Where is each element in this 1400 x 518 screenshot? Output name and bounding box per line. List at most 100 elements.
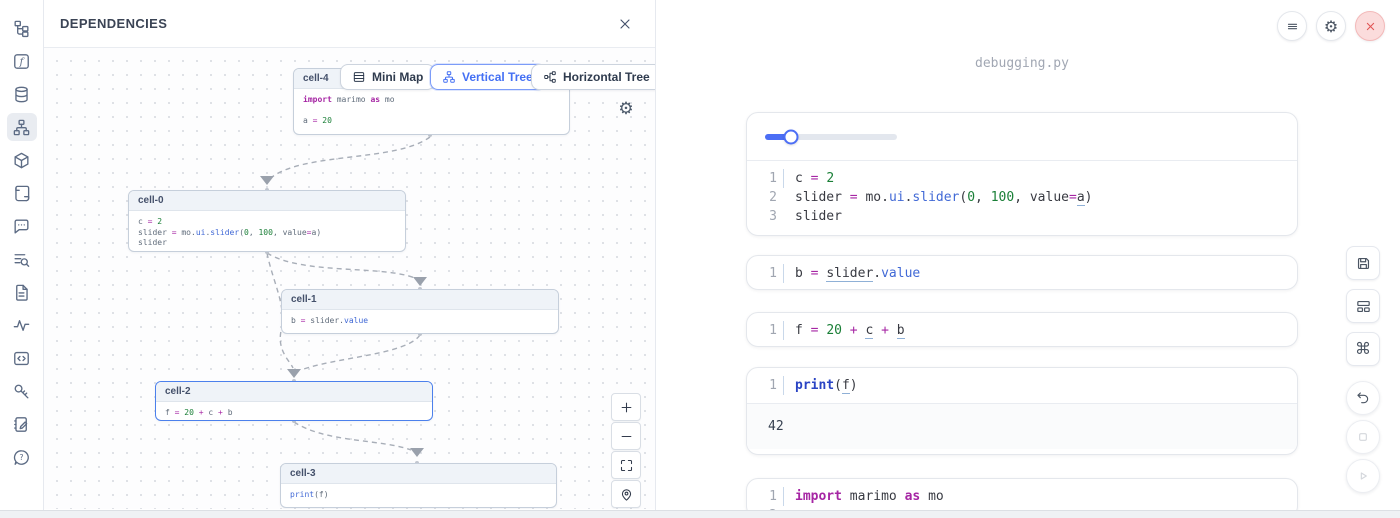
shutdown-x-icon (1363, 19, 1378, 34)
marimo-app: f (0, 0, 1400, 518)
command-icon: ⌘ (1355, 341, 1371, 357)
sidebar-item-chat[interactable] (7, 212, 37, 240)
run-button[interactable] (1346, 459, 1380, 493)
sidebar-item-packages[interactable] (7, 146, 37, 174)
notebook-cell-slider[interactable]: 1c = 22slider = mo.ui.slider(0, 100, val… (746, 112, 1298, 236)
graph-node-title: cell-0 (129, 191, 405, 211)
graph-node-title: cell-2 (156, 382, 432, 402)
svg-text:?: ? (19, 453, 23, 462)
notebook-area: debugging.py ⚙ 1c = 22slider = mo.ui.sli… (657, 0, 1400, 518)
center-selection-button[interactable] (611, 480, 641, 508)
graph-node-code: print(f) (281, 484, 556, 507)
minimap-view-button[interactable]: Mini Map (340, 64, 435, 90)
database-icon (12, 85, 31, 104)
horizontal-tree-view-button[interactable]: Horizontal Tree (531, 64, 655, 90)
close-panel-button[interactable] (611, 10, 639, 38)
graph-node-title: cell-3 (281, 464, 556, 484)
zoom-in-icon (619, 400, 634, 415)
sidebar-item-documentation[interactable] (7, 278, 37, 306)
run-icon (1355, 468, 1371, 484)
dependency-graph-canvas[interactable]: cell-4 import marimo as moa = 20 cell-0 … (44, 48, 655, 509)
layout-button[interactable] (1346, 289, 1380, 323)
sidebar-item-logs[interactable] (7, 179, 37, 207)
dependencies-panel: DEPENDENCIES (44, 0, 656, 510)
notebook-filename: debugging.py (746, 56, 1298, 71)
left-icon-rail: f (0, 0, 44, 518)
gear-icon: ⚙ (1324, 17, 1338, 36)
save-icon (1355, 255, 1372, 272)
code-editor[interactable]: 1c = 22slider = mo.ui.slider(0, 100, val… (747, 161, 1297, 234)
menu-icon (1285, 19, 1300, 34)
sidebar-item-secrets[interactable] (7, 377, 37, 405)
cell-output-area (747, 113, 1297, 161)
graph-settings-button[interactable]: ⚙ (615, 98, 637, 120)
vertical-tree-icon (442, 70, 456, 84)
svg-text:f: f (19, 56, 26, 67)
graph-node-code: f = 20 + c + b (156, 402, 432, 421)
chat-icon (12, 217, 31, 236)
activity-icon (12, 316, 31, 335)
shutdown-button[interactable] (1355, 11, 1385, 41)
dependencies-header: DEPENDENCIES (44, 0, 655, 48)
search-logs-icon (12, 250, 31, 269)
save-button[interactable] (1346, 246, 1380, 280)
zoom-out-button[interactable] (611, 422, 641, 450)
slider-widget[interactable] (765, 129, 897, 144)
sidebar-item-dependencies[interactable] (7, 113, 37, 141)
notebook-cell-b[interactable]: 1b = slider.value (746, 255, 1298, 290)
scratchpad-icon (12, 415, 31, 434)
file-tree-icon (12, 19, 31, 38)
sidebar-item-snippets[interactable] (7, 344, 37, 372)
code-editor[interactable]: 1b = slider.value (747, 256, 1297, 290)
horizontal-tree-label: Horizontal Tree (563, 70, 650, 84)
close-icon (617, 16, 633, 32)
graph-node-cell-1[interactable]: cell-1 b = slider.value (281, 289, 559, 334)
fit-view-button[interactable] (611, 451, 641, 479)
zoom-in-button[interactable] (611, 393, 641, 421)
function-icon: f (12, 52, 31, 71)
sidebar-item-variables[interactable] (7, 311, 37, 339)
notebook-cell-print[interactable]: 1print(f) 42 (746, 367, 1298, 455)
gear-icon: ⚙ (618, 99, 633, 119)
scroll-icon (12, 184, 31, 203)
stop-button[interactable] (1346, 420, 1380, 454)
cell-output-text: 42 (747, 403, 1297, 449)
graph-node-code: c = 2slider = mo.ui.slider(0, 100, value… (129, 211, 405, 252)
sidebar-item-datasources[interactable] (7, 80, 37, 108)
minimap-icon (352, 70, 366, 84)
graph-zoom-controls (611, 393, 641, 508)
zoom-out-icon (619, 429, 634, 444)
notebook-menu-button[interactable] (1277, 11, 1307, 41)
layout-icon (1355, 298, 1372, 315)
stop-icon (1355, 429, 1371, 445)
keyboard-shortcuts-button[interactable]: ⌘ (1346, 332, 1380, 366)
undo-icon (1355, 390, 1371, 406)
help-icon: ? (12, 448, 31, 467)
sidebar-item-scratchpad[interactable] (7, 410, 37, 438)
dependency-graph-icon (12, 118, 31, 137)
panel-title: DEPENDENCIES (60, 16, 167, 31)
vertical-tree-view-button[interactable]: Vertical Tree (430, 64, 545, 90)
fit-view-icon (619, 458, 634, 473)
code-editor[interactable]: 1print(f) (747, 368, 1297, 403)
graph-node-cell-3[interactable]: cell-3 print(f) (280, 463, 557, 508)
sidebar-item-file-explorer[interactable] (7, 14, 37, 42)
code-editor[interactable]: 1f = 20 + c + b (747, 313, 1297, 347)
location-pin-icon (619, 487, 634, 502)
document-icon (12, 283, 31, 302)
slider-handle[interactable] (784, 129, 799, 144)
undo-button[interactable] (1346, 381, 1380, 415)
package-icon (12, 151, 31, 170)
vertical-tree-label: Vertical Tree (462, 70, 533, 84)
graph-node-title: cell-1 (282, 290, 558, 310)
minimap-label: Mini Map (372, 70, 423, 84)
graph-node-cell-2[interactable]: cell-2 f = 20 + c + b (155, 381, 433, 421)
code-box-icon (12, 349, 31, 368)
notebook-cell-f[interactable]: 1f = 20 + c + b (746, 312, 1298, 347)
notebook-settings-button[interactable]: ⚙ (1316, 11, 1346, 41)
graph-node-code: import marimo as moa = 20 (294, 89, 569, 132)
graph-node-cell-0[interactable]: cell-0 c = 2slider = mo.ui.slider(0, 100… (128, 190, 406, 252)
sidebar-item-help[interactable]: ? (7, 443, 37, 471)
sidebar-item-tracebacks[interactable] (7, 245, 37, 273)
sidebar-item-functions[interactable]: f (7, 47, 37, 75)
